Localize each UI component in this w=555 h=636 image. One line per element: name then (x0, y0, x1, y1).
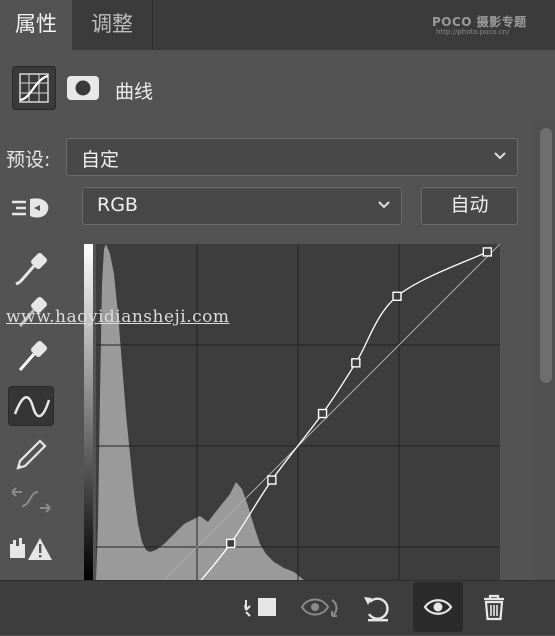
curve-control-point[interactable] (317, 408, 328, 419)
chevron-down-icon (378, 201, 390, 209)
clip-to-layer-icon[interactable] (238, 586, 282, 630)
curve-control-point[interactable] (351, 358, 361, 368)
layer-mask-icon[interactable] (66, 74, 100, 102)
scrollbar-thumb[interactable] (540, 128, 552, 383)
channel-value: RGB (97, 194, 138, 216)
trash-icon[interactable] (472, 586, 516, 630)
auto-button[interactable]: 自动 (421, 187, 518, 225)
poco-logo-url: http://photo.poco.cn/ (436, 28, 510, 36)
view-previous-state-icon[interactable] (298, 586, 342, 630)
curves-adjustment-icon[interactable] (12, 66, 56, 110)
chevron-down-icon (494, 152, 506, 160)
preset-value: 自定 (81, 149, 120, 171)
curve-control-point[interactable] (225, 538, 236, 549)
white-point-eyedropper-icon[interactable] (8, 336, 54, 376)
preset-dropdown[interactable]: 自定 (66, 138, 518, 176)
preset-label: 预设: (6, 149, 51, 171)
watermark-text: www.haoyidiansheji.com (6, 307, 230, 327)
black-point-eyedropper-icon[interactable] (8, 248, 54, 288)
adjustment-title: 曲线 (115, 81, 154, 103)
tab-adjustments[interactable]: 调整 (72, 0, 153, 50)
clipping-warning-icon[interactable] (8, 530, 54, 570)
on-image-adjust-icon[interactable] (8, 188, 54, 228)
curve-control-point[interactable] (392, 291, 402, 301)
channel-dropdown[interactable]: RGB (82, 187, 402, 225)
reset-icon[interactable] (356, 586, 400, 630)
smooth-curve-icon[interactable] (8, 480, 54, 520)
curve-edit-icon[interactable] (8, 386, 54, 426)
curve-control-point[interactable] (482, 247, 493, 257)
curve-control-point[interactable] (267, 475, 277, 485)
tab-properties[interactable]: 属性 (0, 0, 72, 50)
curves-graph[interactable] (84, 243, 501, 636)
visibility-eye-icon[interactable] (413, 582, 463, 632)
output-gradient-bar (84, 244, 93, 580)
pencil-draw-icon[interactable] (8, 434, 54, 474)
